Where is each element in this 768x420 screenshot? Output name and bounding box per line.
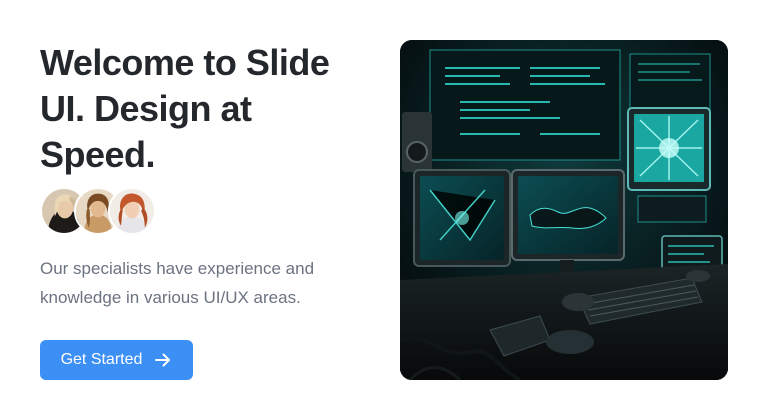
- avatar-photo-icon: [110, 189, 154, 233]
- arrow-right-icon: [154, 351, 172, 369]
- hero-description: Our specialists have experience and know…: [40, 259, 315, 307]
- avatar: [108, 187, 156, 235]
- get-started-button[interactable]: Get Started: [40, 340, 193, 380]
- hero-title: Welcome to Slide UI. Design at Speed.: [40, 42, 330, 175]
- computer-workstation-image: [400, 40, 728, 380]
- avatar-group: [40, 187, 170, 239]
- get-started-label: Get Started: [60, 351, 143, 368]
